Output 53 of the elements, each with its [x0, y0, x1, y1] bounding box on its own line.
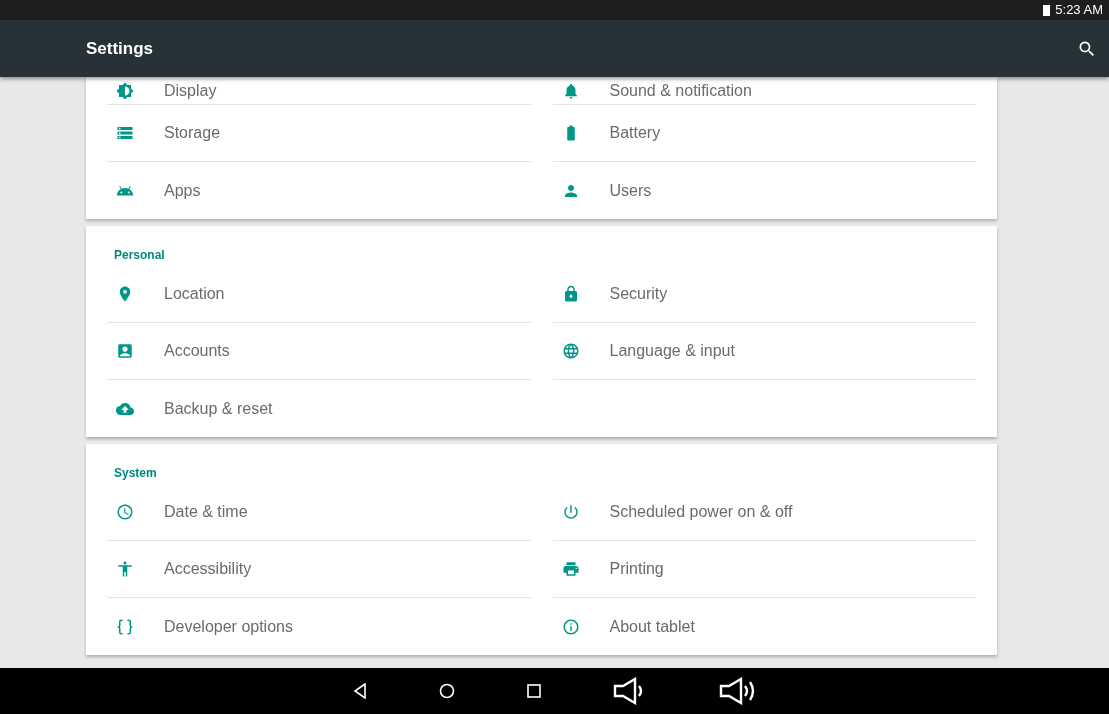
settings-item[interactable]: Apps [107, 162, 531, 219]
section-header: System [113, 465, 157, 482]
section-header: Personal [113, 247, 165, 264]
item-label: Backup & reset [164, 398, 273, 419]
brightness-icon [116, 81, 134, 100]
settings-item[interactable]: Display [107, 77, 531, 105]
item-label: Users [609, 180, 652, 201]
item-label: Developer options [164, 616, 293, 637]
globe-icon [561, 342, 580, 360]
storage-icon [116, 124, 134, 142]
item-label: Accounts [164, 341, 230, 361]
item-label: Security [609, 284, 668, 304]
item-label: Scheduled power on & off [609, 502, 793, 522]
settings-item[interactable]: About tablet [552, 598, 976, 655]
item-label: Display [164, 80, 217, 101]
power-icon [561, 503, 580, 521]
settings-item[interactable]: Sound & notification [552, 77, 976, 105]
printer-icon [561, 560, 580, 578]
settings-item[interactable]: Scheduled power on & off [552, 484, 976, 541]
settings-item[interactable]: Storage [107, 105, 531, 162]
clock-icon [116, 503, 134, 521]
settings-item[interactable]: Accounts [107, 323, 531, 380]
settings-item[interactable]: Backup & reset [107, 380, 531, 437]
clock-time: 5:23 AM [1055, 1, 1103, 20]
volume-up-icon[interactable] [718, 677, 757, 705]
item-label: Sound & notification [609, 80, 752, 101]
settings-item[interactable]: Developer options [107, 598, 531, 655]
item-label: Location [164, 284, 225, 304]
item-label: Accessibility [164, 559, 252, 579]
battery-icon [1043, 4, 1051, 16]
item-label: Battery [609, 123, 661, 143]
account-icon [116, 342, 134, 360]
home-icon[interactable] [438, 683, 455, 699]
info-icon [561, 617, 580, 636]
app-title: Settings [86, 37, 155, 60]
item-label: Language & input [609, 341, 735, 361]
settings-item[interactable]: Location [107, 266, 531, 323]
recents-icon[interactable] [526, 684, 541, 698]
settings-item[interactable]: Accessibility [107, 541, 531, 598]
braces-icon [116, 617, 134, 636]
settings-item[interactable]: Date & time [107, 484, 531, 541]
settings-item[interactable]: Users [552, 162, 976, 219]
settings-item[interactable]: Battery [552, 105, 976, 162]
settings-item[interactable]: Language & input [552, 323, 976, 380]
item-label: Printing [609, 559, 664, 579]
settings-item[interactable]: Printing [552, 541, 976, 598]
item-label: About tablet [609, 616, 695, 637]
settings-item[interactable]: Security [552, 266, 976, 323]
item-label: Apps [164, 180, 201, 201]
back-icon[interactable] [352, 683, 367, 699]
item-label: Date & time [164, 502, 248, 522]
item-label: Storage [164, 123, 221, 143]
accessibility-icon [116, 560, 134, 578]
